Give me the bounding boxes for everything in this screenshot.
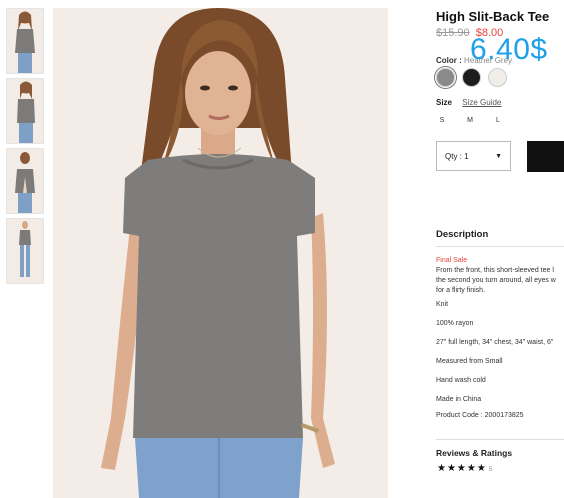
product-main-image <box>53 8 388 498</box>
thumbnail-full[interactable] <box>6 218 44 284</box>
size-label: Size <box>436 98 453 107</box>
swatch-cream[interactable] <box>488 68 507 87</box>
swatch-black[interactable] <box>462 68 481 87</box>
overlay-price-tag: 6.40$ <box>470 33 548 66</box>
product-title: High Slit-Back Tee <box>436 9 550 24</box>
detail-product-code: Product Code : 2000173825 <box>436 412 524 419</box>
description-heading: Description <box>436 229 489 240</box>
size-option-l[interactable]: L <box>494 117 502 124</box>
reviews-divider <box>436 439 564 440</box>
description-line: From the front, this short-sleeved tee l <box>436 267 554 274</box>
description-line: for a flirty finish. <box>436 287 486 294</box>
detail-measurements: 27" full length, 34" chest, 34" waist, 6… <box>436 339 554 346</box>
detail-origin: Made in China <box>436 396 482 403</box>
thumbnail-side[interactable] <box>6 78 44 144</box>
size-guide-link[interactable]: Size Guide <box>462 98 501 107</box>
review-count: 5 <box>488 467 493 473</box>
star-rating[interactable]: ★★★★★ 5 <box>437 463 492 474</box>
thumbnail-back[interactable] <box>6 148 44 214</box>
reviews-heading: Reviews & Ratings <box>436 448 513 458</box>
thumbnail-front[interactable] <box>6 8 44 74</box>
detail-measured-from: Measured from Small <box>436 358 503 365</box>
star-icons: ★★★★★ <box>437 463 487 474</box>
size-header: Size Size Guide <box>436 98 501 107</box>
original-price: $15.90 <box>436 27 470 39</box>
quantity-select[interactable]: Qty : 1 ▼ <box>436 141 511 171</box>
product-info-panel: High Slit-Back Tee $15.90 $8.00 Color : … <box>436 0 564 498</box>
final-sale-label: Final Sale <box>436 257 468 264</box>
detail-care: Hand wash cold <box>436 377 486 384</box>
size-option-m[interactable]: M <box>466 117 474 124</box>
chevron-down-icon: ▼ <box>495 152 502 160</box>
description-divider <box>436 246 564 247</box>
detail-content: 100% rayon <box>436 320 474 327</box>
description-line: the second you turn around, all eyes w <box>436 277 556 284</box>
detail-fabric: Knit <box>436 301 449 308</box>
color-label-text: Color : <box>436 56 462 65</box>
description-body: Final Sale From the front, this short-sl… <box>436 256 564 421</box>
add-to-bag-button[interactable] <box>527 141 564 172</box>
quantity-value: Qty : 1 <box>445 151 469 161</box>
color-swatches <box>436 68 507 87</box>
size-options: S M L <box>438 117 502 124</box>
swatch-heather-grey[interactable] <box>436 68 455 87</box>
size-option-s[interactable]: S <box>438 117 446 124</box>
thumbnail-list <box>6 8 44 288</box>
